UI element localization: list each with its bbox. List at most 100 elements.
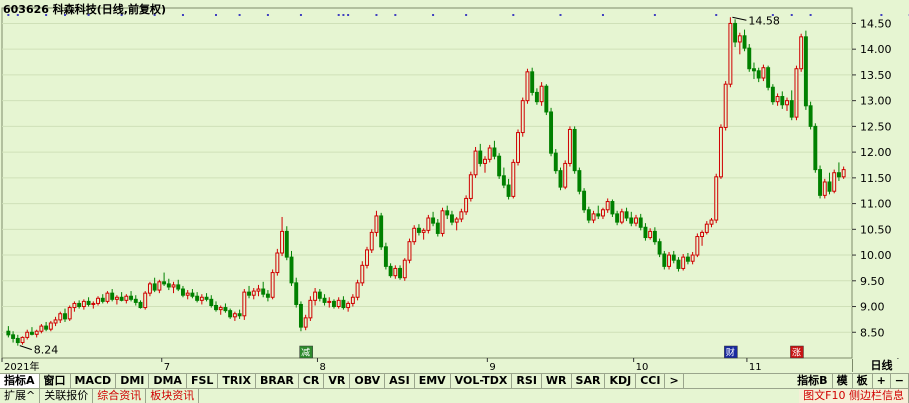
candle-body[interactable] (35, 331, 38, 334)
indicator-tab-[interactable]: > (665, 374, 683, 388)
candle-body[interactable] (734, 23, 737, 42)
candle-body[interactable] (568, 129, 571, 163)
candle-body[interactable] (87, 301, 90, 304)
candle-body[interactable] (535, 92, 538, 101)
candle-body[interactable] (49, 323, 52, 329)
toolbar-right-button[interactable]: 指标B (793, 374, 832, 388)
toolbar-right-button[interactable]: − (891, 374, 909, 388)
candle-body[interactable] (16, 338, 19, 342)
candle-body[interactable] (814, 126, 817, 169)
candle-body[interactable] (719, 127, 722, 176)
toolbar-right-button[interactable]: 模 (833, 374, 853, 388)
indicator-tab-brar[interactable]: BRAR (256, 374, 299, 388)
indicator-tab-cci[interactable]: CCI (636, 374, 665, 388)
candle-body[interactable] (304, 318, 307, 327)
candle-body[interactable] (97, 298, 100, 303)
candle-body[interactable] (833, 173, 836, 192)
bottom-tab[interactable]: 扩展^ (0, 389, 40, 403)
period-label[interactable]: 日线 (852, 359, 909, 372)
candle-body[interactable] (738, 36, 741, 42)
info-dot-icon[interactable] (791, 14, 793, 16)
candle-body[interactable] (191, 293, 194, 296)
candle-body[interactable] (158, 282, 161, 290)
candle-body[interactable] (323, 298, 326, 302)
candle-body[interactable] (111, 293, 114, 299)
candle-body[interactable] (611, 202, 614, 214)
candle-body[interactable] (809, 106, 812, 127)
candle-body[interactable] (299, 304, 302, 327)
candle-body[interactable] (540, 86, 543, 101)
candle-body[interactable] (432, 218, 435, 223)
toolbar-right-button[interactable]: 板 (853, 374, 873, 388)
candle-body[interactable] (686, 257, 689, 261)
candle-body[interactable] (507, 185, 510, 196)
candle-body[interactable] (106, 293, 109, 301)
candle-body[interactable] (469, 175, 472, 199)
candle-body[interactable] (186, 293, 189, 295)
candle-body[interactable] (625, 212, 628, 218)
indicator-tab-macd[interactable]: MACD (71, 374, 117, 388)
candle-body[interactable] (441, 211, 444, 234)
indicator-tab-trix[interactable]: TRIX (218, 374, 256, 388)
candle-body[interactable] (564, 163, 567, 187)
info-dot-icon[interactable] (300, 14, 302, 16)
info-dot-icon[interactable] (465, 14, 467, 16)
candle-body[interactable] (672, 255, 675, 260)
indicator-tab-emv[interactable]: EMV (415, 374, 451, 388)
candle-body[interactable] (120, 297, 123, 300)
candle-body[interactable] (399, 268, 402, 277)
candle-body[interactable] (767, 68, 770, 88)
candle-body[interactable] (465, 198, 468, 211)
candle-body[interactable] (281, 231, 284, 253)
candle-body[interactable] (167, 284, 170, 287)
candle-body[interactable] (578, 171, 581, 192)
indicator-tab-asi[interactable]: ASI (385, 374, 415, 388)
indicator-tab-wr[interactable]: WR (542, 374, 572, 388)
candle-body[interactable] (26, 332, 29, 337)
candle-body[interactable] (488, 148, 491, 159)
candle-body[interactable] (668, 255, 671, 266)
candle-body[interactable] (318, 292, 321, 298)
candle-body[interactable] (554, 153, 557, 171)
candle-body[interactable] (134, 299, 137, 302)
candle-body[interactable] (314, 292, 317, 300)
candle-body[interactable] (54, 320, 57, 323)
info-dot-icon[interactable] (215, 14, 217, 16)
candle-body[interactable] (243, 292, 246, 316)
candle-body[interactable] (328, 301, 331, 302)
candle-body[interactable] (729, 23, 732, 84)
candle-body[interactable] (64, 314, 67, 319)
candle-body[interactable] (115, 297, 118, 299)
candle-body[interactable] (266, 294, 269, 297)
candle-body[interactable] (394, 268, 397, 275)
info-dot-icon[interactable] (715, 14, 717, 16)
info-dot-icon[interactable] (239, 14, 241, 16)
candle-body[interactable] (262, 289, 265, 294)
candle-body[interactable] (153, 284, 156, 290)
candle-body[interactable] (606, 202, 609, 210)
candle-body[interactable] (460, 212, 463, 219)
candle-body[interactable] (498, 156, 501, 176)
candle-body[interactable] (177, 285, 180, 289)
candle-body[interactable] (781, 97, 784, 105)
candle-body[interactable] (163, 282, 166, 284)
candle-body[interactable] (446, 211, 449, 215)
candle-body[interactable] (68, 308, 71, 319)
candle-body[interactable] (479, 151, 482, 163)
candle-body[interactable] (257, 289, 260, 291)
candle-body[interactable] (800, 37, 803, 69)
candle-body[interactable] (248, 292, 251, 295)
candle-body[interactable] (333, 301, 336, 306)
candle-body[interactable] (125, 296, 128, 300)
candle-body[interactable] (139, 302, 142, 307)
candle-body[interactable] (842, 170, 845, 177)
candle-body[interactable] (182, 289, 185, 295)
indicator-tab-obv[interactable]: OBV (350, 374, 385, 388)
candle-body[interactable] (82, 301, 85, 306)
candle-body[interactable] (474, 151, 477, 175)
info-dot-icon[interactable] (772, 14, 774, 16)
candle-body[interactable] (384, 247, 387, 267)
candle-body[interactable] (748, 48, 751, 69)
candle-body[interactable] (436, 223, 439, 233)
candle-body[interactable] (658, 242, 661, 254)
